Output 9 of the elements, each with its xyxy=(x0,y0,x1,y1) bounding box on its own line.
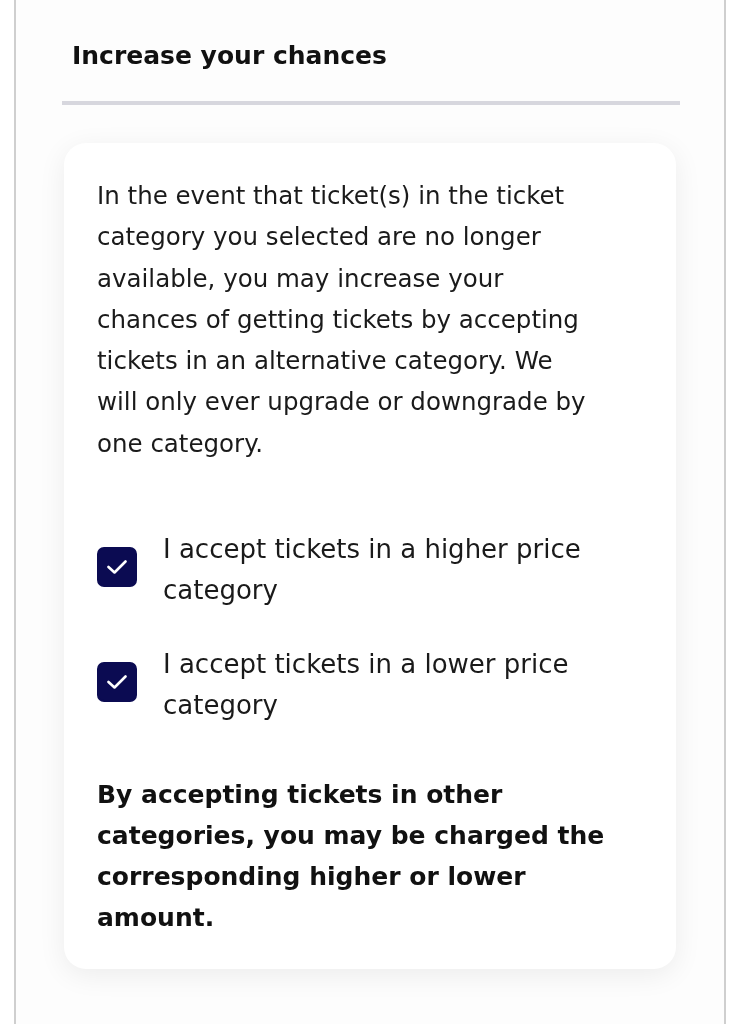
checkbox-label[interactable]: I accept tickets in a lower price category xyxy=(163,644,613,727)
section-title: Increase your chances xyxy=(72,40,387,72)
checkbox-label[interactable]: I accept tickets in a higher price category xyxy=(163,529,613,612)
description-text: In the event that ticket(s) in the ticket category you selected are no longer available, you may increase your chances of getting tickets by accepting tickets in an alternative category. We will only ever upgrade or downgrade by one category. xyxy=(97,180,587,460)
checkbox[interactable] xyxy=(97,547,137,588)
checkbox[interactable] xyxy=(97,662,137,703)
notice-text: By accepting tickets in other categories, you may be charged the corresponding higher or lower amount. xyxy=(97,779,606,935)
check-icon xyxy=(107,560,127,575)
check-icon xyxy=(107,675,127,690)
